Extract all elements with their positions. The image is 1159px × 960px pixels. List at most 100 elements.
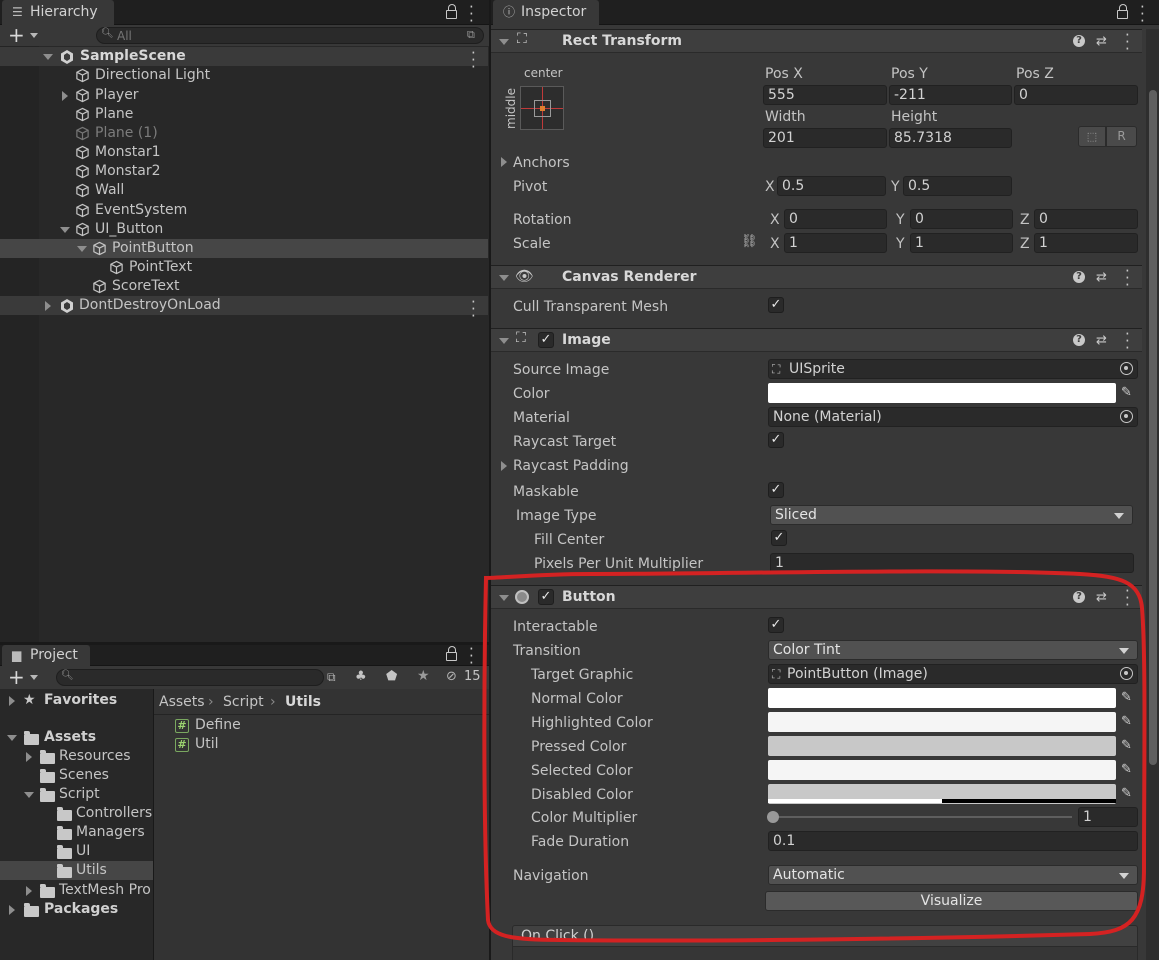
expand-arrow-icon[interactable] xyxy=(26,752,32,762)
transition-dropdown[interactable]: Color Tint xyxy=(768,640,1138,660)
hierarchy-item-eventsystem[interactable]: EventSystem xyxy=(0,201,488,220)
constrain-proportions-icon[interactable]: ⛓ xyxy=(741,234,758,249)
help-icon[interactable]: ? xyxy=(1073,591,1085,603)
hierarchy-menu-icon[interactable]: · · · xyxy=(469,0,474,29)
disabled-color-swatch[interactable] xyxy=(768,784,1116,804)
pos-z-field[interactable]: 0 xyxy=(1014,85,1138,105)
search-by-type-icon[interactable]: ⧉ xyxy=(327,670,336,685)
eyedropper-icon[interactable]: ✎ xyxy=(1121,787,1135,801)
on-click-event-header[interactable]: On Click () xyxy=(512,925,1138,947)
object-picker-icon[interactable] xyxy=(1120,667,1133,680)
breadcrumb-item-current[interactable]: Utils xyxy=(285,689,321,715)
target-graphic-field[interactable]: ⛶ PointButton (Image) xyxy=(768,664,1138,684)
hierarchy-item-monstar1[interactable]: Monstar1 xyxy=(0,143,488,162)
expand-arrow-icon[interactable] xyxy=(43,54,53,60)
expand-arrow-icon[interactable] xyxy=(60,227,70,233)
rect-transform-header[interactable]: ⛶ Rect Transform ? ⇄ · · · xyxy=(491,28,1142,57)
inspector-lock-icon[interactable] xyxy=(1117,4,1128,19)
pivot-y-field[interactable]: 0.5 xyxy=(903,176,1012,196)
pos-y-field[interactable]: -211 xyxy=(889,85,1012,105)
expand-arrow-icon[interactable] xyxy=(24,792,34,798)
expand-arrow-icon[interactable] xyxy=(9,905,15,915)
width-field[interactable]: 201 xyxy=(763,128,887,148)
filter-by-type-icon[interactable]: ♣ xyxy=(355,669,367,684)
project-menu-icon[interactable]: · · · xyxy=(469,642,474,671)
help-icon[interactable]: ? xyxy=(1073,271,1085,283)
foldout-arrow-icon[interactable] xyxy=(499,338,509,344)
height-field[interactable]: 85.7318 xyxy=(889,128,1012,148)
hierarchy-item-pointbutton[interactable]: PointButton xyxy=(0,239,488,258)
navigation-dropdown[interactable]: Automatic xyxy=(768,865,1138,885)
image-header[interactable]: ⛶ ✓ Image ? ⇄ · · · xyxy=(491,327,1142,356)
hierarchy-item-scoretext[interactable]: ScoreText xyxy=(0,277,488,296)
favorite-star-icon[interactable]: ★ xyxy=(417,668,430,684)
hidden-packages-icon[interactable]: ⊘ xyxy=(446,669,457,684)
project-add-button[interactable]: + xyxy=(8,667,42,687)
scale-x-field[interactable]: 1 xyxy=(784,233,887,253)
eyedropper-icon[interactable]: ✎ xyxy=(1121,691,1135,705)
help-icon[interactable]: ? xyxy=(1073,334,1085,346)
maskable-checkbox[interactable]: ✓ xyxy=(768,482,784,498)
tree-item-favorites[interactable]: ★ Favorites xyxy=(0,691,153,710)
raycast-padding-label[interactable]: Raycast Padding xyxy=(513,457,629,475)
interactable-checkbox[interactable]: ✓ xyxy=(768,617,784,633)
component-menu-icon[interactable]: · · · xyxy=(1125,28,1130,57)
expand-arrow-icon[interactable] xyxy=(26,886,32,896)
tree-item-textmesh-pro[interactable]: TextMesh Pro xyxy=(0,881,153,900)
project-lock-icon[interactable] xyxy=(446,646,457,661)
filter-by-label-icon[interactable]: ⬟ xyxy=(386,669,397,684)
tab-hierarchy[interactable]: ☰ Hierarchy xyxy=(2,0,114,25)
foldout-arrow-icon[interactable] xyxy=(499,595,509,601)
hierarchy-item-pointtext[interactable]: PointText xyxy=(0,258,488,277)
button-header[interactable]: ✓ Button ? ⇄ · · · xyxy=(491,584,1142,613)
eyedropper-icon[interactable]: ✎ xyxy=(1121,763,1135,777)
tab-project[interactable]: ▆ Project xyxy=(2,645,90,666)
project-search-box[interactable]: 🔍︎ xyxy=(56,669,324,686)
expand-arrow-icon[interactable] xyxy=(62,91,68,101)
tree-item-assets[interactable]: Assets xyxy=(0,728,153,747)
component-menu-icon[interactable]: · · · xyxy=(1125,584,1130,613)
pressed-color-swatch[interactable] xyxy=(768,736,1116,756)
normal-color-swatch[interactable] xyxy=(768,688,1116,708)
pos-x-field[interactable]: 555 xyxy=(763,85,887,105)
raycast-padding-foldout-icon[interactable] xyxy=(501,461,507,471)
hierarchy-item-monstar2[interactable]: Monstar2 xyxy=(0,162,488,181)
hierarchy-item-plane[interactable]: Plane xyxy=(0,105,488,124)
tree-item-ui[interactable]: UI xyxy=(0,842,153,861)
scene-menu-icon[interactable]: · · · xyxy=(471,295,476,324)
expand-arrow-icon[interactable] xyxy=(7,735,17,741)
tree-item-resources[interactable]: Resources xyxy=(0,747,153,766)
raw-edit-button[interactable]: R xyxy=(1106,126,1137,147)
component-menu-icon[interactable]: · · · xyxy=(1125,327,1130,356)
file-item-util[interactable]: # Util xyxy=(154,735,489,754)
tree-item-script[interactable]: Script xyxy=(0,785,153,804)
color-multiplier-slider-handle[interactable] xyxy=(767,811,779,823)
object-picker-icon[interactable] xyxy=(1120,410,1133,423)
hierarchy-item-player[interactable]: Player xyxy=(0,86,488,105)
anchors-foldout-icon[interactable] xyxy=(501,157,507,167)
pixels-per-unit-field[interactable]: 1 xyxy=(770,553,1134,573)
hierarchy-search-box[interactable]: 🔍︎ ⧉ xyxy=(96,27,484,44)
inspector-menu-icon[interactable]: · · · xyxy=(1140,0,1145,29)
highlighted-color-swatch[interactable] xyxy=(768,712,1116,732)
material-field[interactable]: None (Material) xyxy=(768,407,1138,427)
anchors-label[interactable]: Anchors xyxy=(513,154,570,172)
blueprint-mode-button[interactable]: ⬚ xyxy=(1078,126,1106,147)
hierarchy-item-samplescene[interactable]: SampleScene · · · xyxy=(0,46,488,75)
tree-item-packages[interactable]: Packages xyxy=(0,900,153,919)
tree-item-scenes[interactable]: Scenes xyxy=(0,766,153,785)
rotation-y-field[interactable]: 0 xyxy=(910,209,1013,229)
expand-arrow-icon[interactable] xyxy=(45,301,51,311)
component-menu-icon[interactable]: · · · xyxy=(1125,264,1130,293)
visualize-button[interactable]: Visualize xyxy=(765,891,1138,911)
anchor-presets-button[interactable] xyxy=(520,86,564,130)
selected-color-swatch[interactable] xyxy=(768,760,1116,780)
hierarchy-add-button[interactable]: + xyxy=(8,25,42,45)
cull-transparent-mesh-checkbox[interactable]: ✓ xyxy=(768,297,784,313)
file-item-define[interactable]: # Define xyxy=(154,716,489,735)
presets-icon[interactable]: ⇄ xyxy=(1096,333,1107,348)
scale-y-field[interactable]: 1 xyxy=(910,233,1013,253)
hierarchy-item-dontdestroyonload[interactable]: DontDestroyOnLoad · · · xyxy=(0,295,488,324)
pivot-x-field[interactable]: 0.5 xyxy=(777,176,886,196)
foldout-arrow-icon[interactable] xyxy=(499,39,509,45)
